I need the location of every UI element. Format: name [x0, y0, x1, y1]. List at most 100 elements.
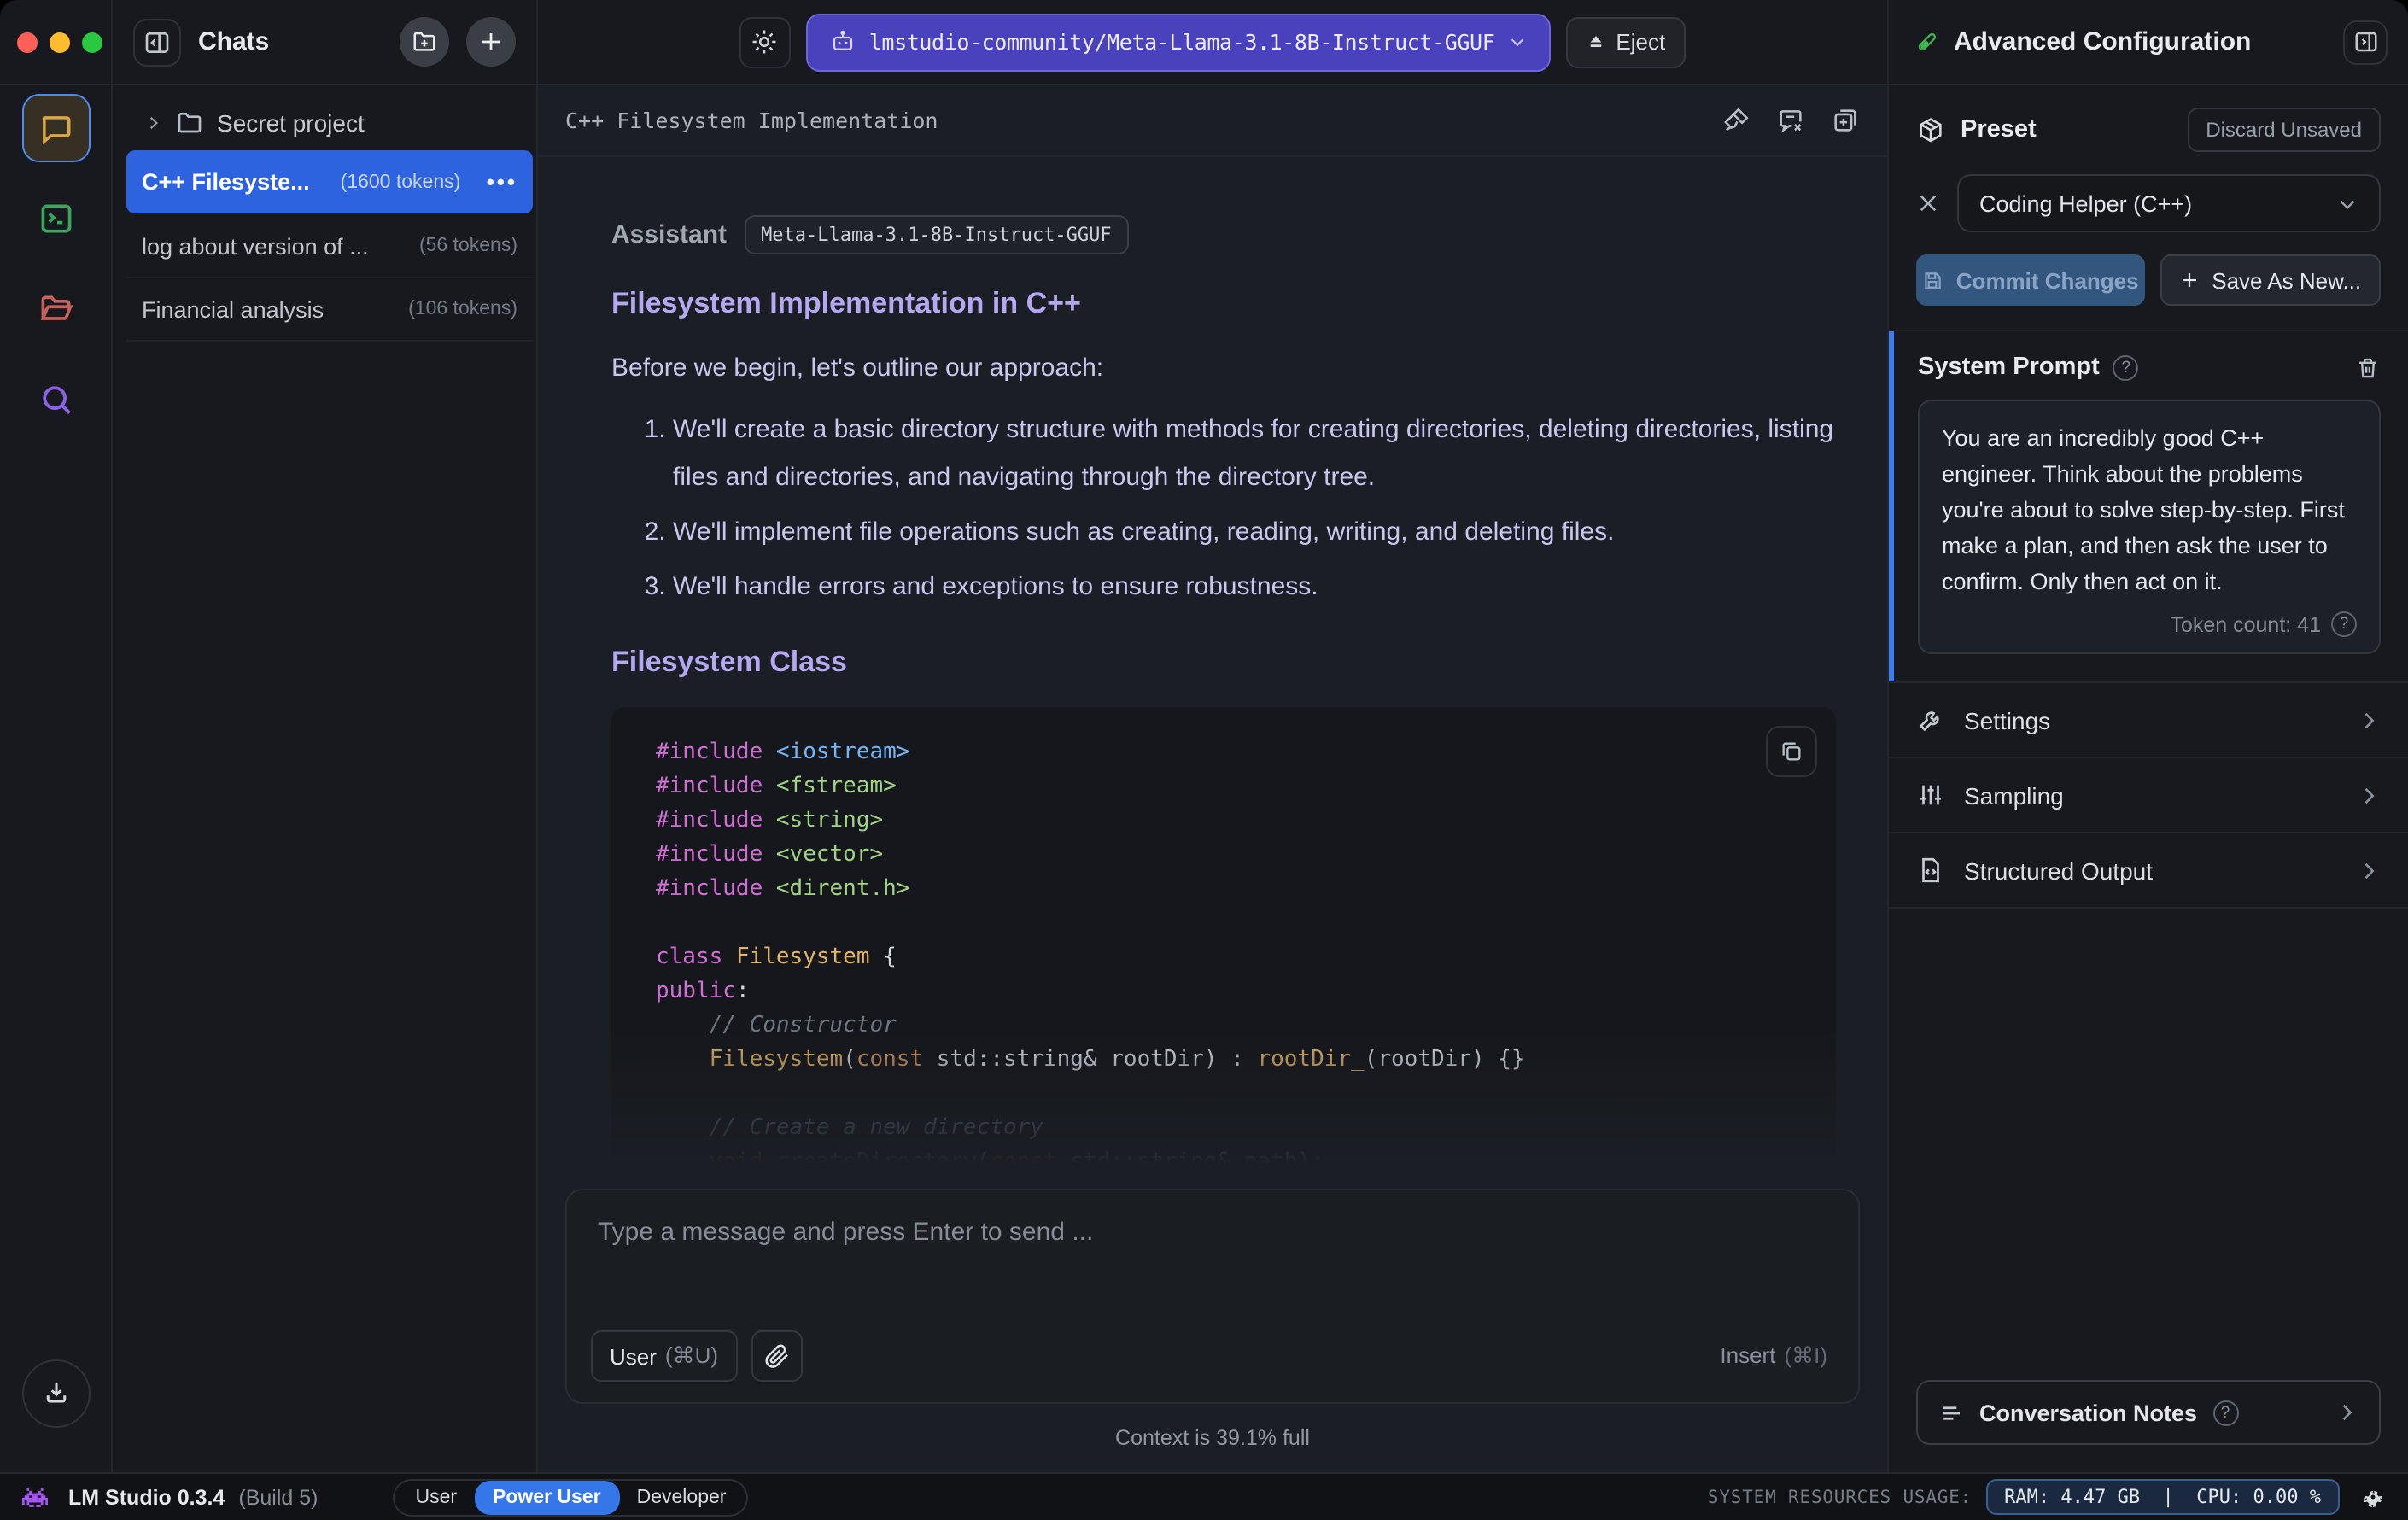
chat-item-selected[interactable]: C++ Filesyste... (1600 tokens) •••	[126, 150, 533, 213]
assistant-label: Assistant	[611, 220, 728, 249]
window-body: Secret project C++ Filesyste... (1600 to…	[0, 85, 2408, 1472]
chats-header: Chats	[113, 0, 538, 84]
copy-icon	[1780, 740, 1803, 763]
section-label: Sampling	[1964, 781, 2064, 809]
chat-title: log about version of ...	[142, 233, 369, 259]
system-prompt-section: System Prompt ? You are an incredibly go…	[1889, 331, 2408, 683]
nav-my-models[interactable]	[21, 275, 90, 343]
minimize-window-button[interactable]	[50, 32, 70, 52]
section-label: Settings	[1964, 706, 2051, 734]
mode-developer[interactable]: Developer	[620, 1482, 744, 1512]
left-rail	[0, 85, 113, 1472]
commit-changes-label: Commit Changes	[1955, 267, 2139, 293]
duplicate-chat-button[interactable]	[1831, 106, 1860, 135]
help-icon[interactable]: ?	[2331, 611, 2357, 637]
save-as-new-label: Save As New...	[2212, 267, 2362, 293]
copy-code-button[interactable]	[1766, 726, 1817, 777]
eject-model-button[interactable]: Eject	[1566, 16, 1686, 67]
clear-conversation-button[interactable]	[1776, 106, 1805, 135]
message-input[interactable]: Type a message and press Enter to send .…	[591, 1218, 1834, 1247]
preset-label: Preset	[1961, 116, 2037, 143]
downloads-button[interactable]	[21, 1359, 90, 1428]
preset-value: Coding Helper (C++)	[1979, 190, 2193, 216]
chevron-right-icon	[2357, 708, 2381, 732]
system-prompt-editor[interactable]: You are an incredibly good C++ engineer.…	[1918, 400, 2381, 654]
chat-item[interactable]: log about version of ... (56 tokens)	[126, 215, 533, 278]
new-folder-button[interactable]	[400, 17, 449, 67]
user-mode-switcher: User Power User Developer	[393, 1478, 749, 1516]
preset-section: Preset Discard Unsaved Coding Helper (C+…	[1889, 85, 2408, 331]
advanced-config-header: Advanced Configuration	[1887, 0, 2408, 84]
plus-icon	[2179, 270, 2200, 290]
insert-label: Insert	[1720, 1342, 1776, 1368]
mode-user[interactable]: User	[398, 1482, 474, 1512]
panel-left-icon	[143, 28, 171, 56]
chat-options-button[interactable]: •••	[487, 169, 517, 195]
eject-label: Eject	[1616, 29, 1666, 55]
help-icon[interactable]: ?	[2212, 1400, 2239, 1425]
system-prompt-label: System Prompt	[1918, 354, 2100, 381]
role-toggle-button[interactable]: User (⌘U)	[591, 1330, 737, 1382]
message-paragraph: Before we begin, let's outline our appro…	[611, 354, 1104, 383]
clean-brush-button[interactable]	[1721, 106, 1750, 135]
wrench-icon	[1916, 705, 1945, 734]
nav-developer-console[interactable]	[21, 184, 90, 253]
help-icon[interactable]: ?	[2113, 354, 2139, 380]
panel-collapse-button[interactable]	[2343, 20, 2388, 64]
folder-open-icon	[37, 290, 74, 328]
chat-token-count: (1600 tokens)	[340, 172, 461, 192]
close-window-button[interactable]	[17, 32, 38, 52]
chats-title: Chats	[198, 27, 270, 56]
nav-discover[interactable]	[21, 365, 90, 434]
chat-title: Financial analysis	[142, 296, 324, 322]
sidebar-collapse-button[interactable]	[133, 18, 181, 66]
app-build: (Build 5)	[238, 1485, 319, 1509]
conversation-notes-button[interactable]: Conversation Notes ?	[1916, 1380, 2381, 1445]
loaded-model-selector[interactable]: lmstudio-community/Meta-Llama-3.1-8B-Ins…	[805, 13, 1552, 71]
folder-icon	[176, 108, 203, 136]
download-icon	[40, 1378, 71, 1409]
sliders-icon	[1916, 780, 1945, 810]
nav-chat[interactable]	[21, 94, 90, 162]
active-section-accent	[1889, 331, 1894, 681]
chat-item[interactable]: Financial analysis (106 tokens)	[126, 278, 533, 342]
section-settings[interactable]: Settings	[1889, 683, 2408, 758]
clear-preset-button[interactable]	[1916, 191, 1940, 215]
save-as-new-button[interactable]: Save As New...	[2160, 254, 2381, 306]
chevron-right-icon	[2357, 783, 2381, 807]
chat-title: C++ Filesyste...	[142, 169, 310, 195]
model-settings-button[interactable]	[739, 16, 791, 67]
message-heading-2: Filesystem Class	[611, 646, 847, 678]
section-structured-output[interactable]: Structured Output	[1889, 833, 2408, 909]
list-item: We'll create a basic directory structure…	[673, 406, 1836, 502]
chat-token-count: (106 tokens)	[408, 299, 517, 319]
commit-changes-button[interactable]: Commit Changes	[1916, 254, 2145, 306]
delete-system-prompt-button[interactable]	[2355, 354, 2381, 380]
chat-folder-secret-project[interactable]: Secret project	[113, 97, 536, 147]
context-status: Context is 39.1% full	[1115, 1426, 1310, 1450]
system-prompt-text: You are an incredibly good C++ engineer.…	[1942, 425, 2345, 594]
role-shortcut: (⌘U)	[664, 1342, 718, 1368]
zoom-window-button[interactable]	[82, 32, 102, 52]
chat-token-count: (56 tokens)	[418, 236, 517, 256]
resources-label: SYSTEM RESOURCES USAGE:	[1707, 1487, 1973, 1507]
chat-bubble-icon	[38, 110, 73, 146]
paperclip-icon	[763, 1342, 790, 1370]
preset-select[interactable]: Coding Helper (C++)	[1957, 174, 2381, 232]
attach-file-button[interactable]	[751, 1330, 802, 1382]
mode-power-user[interactable]: Power User	[474, 1480, 620, 1514]
new-chat-button[interactable]	[466, 17, 516, 67]
chevron-right-icon	[2357, 858, 2381, 882]
resources-usage-pill[interactable]: RAM: 4.47 GB | CPU: 0.00 %	[1985, 1479, 2340, 1515]
model-toolbar: lmstudio-community/Meta-Llama-3.1-8B-Ins…	[538, 0, 1887, 84]
package-icon	[1916, 115, 1945, 144]
folder-name: Secret project	[217, 108, 365, 136]
insert-shortcut: (⌘I)	[1784, 1342, 1827, 1368]
test-tube-icon	[1913, 28, 1940, 56]
section-sampling[interactable]: Sampling	[1889, 758, 2408, 833]
save-icon	[1922, 269, 1944, 291]
message-scroll-area[interactable]: Assistant Meta-Llama-3.1-8B-Instruct-GGU…	[538, 157, 1887, 1189]
discard-unsaved-button[interactable]: Discard Unsaved	[2187, 108, 2381, 152]
insert-button[interactable]: Insert (⌘I)	[1720, 1342, 1834, 1370]
settings-gear-button[interactable]	[2360, 1484, 2386, 1510]
